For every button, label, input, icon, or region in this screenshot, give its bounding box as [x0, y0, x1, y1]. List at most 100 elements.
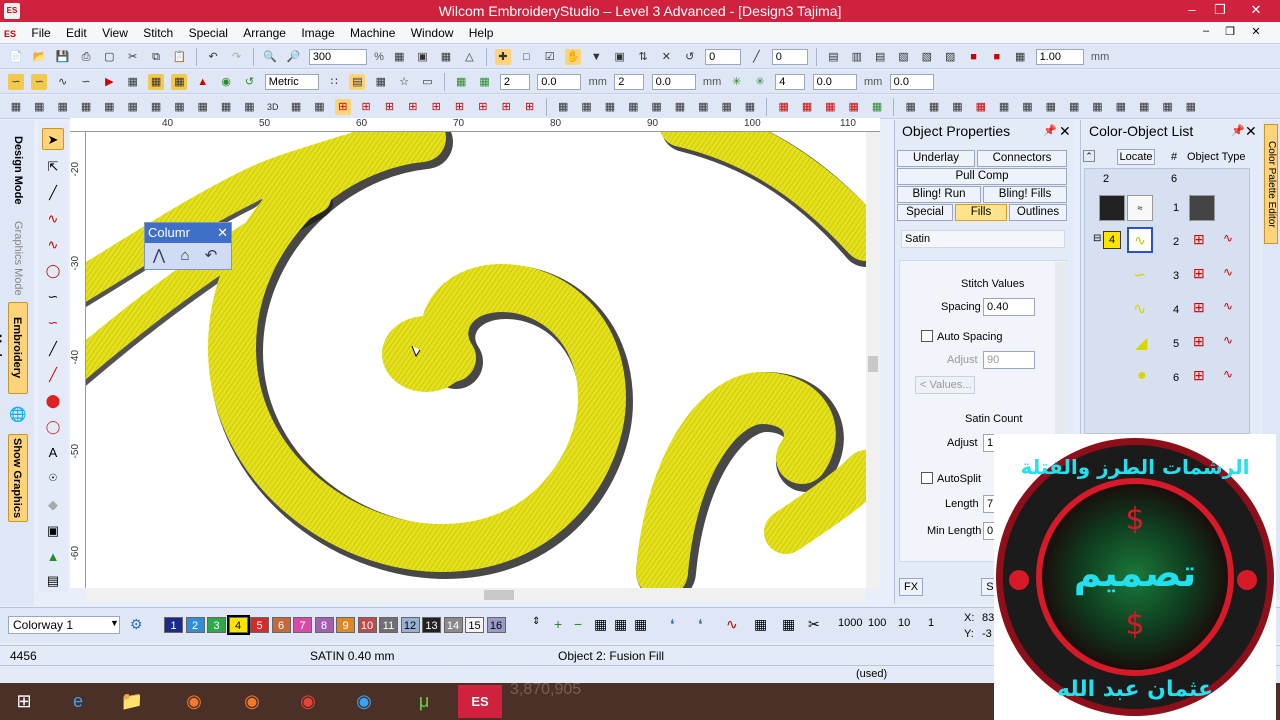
print-preview-icon[interactable]: ▢ — [101, 49, 117, 65]
column-c-tool-icon[interactable]: ↶ — [199, 245, 223, 267]
autosplit-checkbox[interactable] — [921, 472, 933, 484]
doc-icon[interactable]: ES — [0, 23, 22, 45]
panel-close-icon[interactable]: ✕ — [1245, 120, 1257, 142]
tb3-h-icon[interactable]: ▦ — [171, 99, 187, 115]
print-icon[interactable]: ⎙ — [78, 49, 94, 65]
copy-icon[interactable]: ⧉ — [148, 49, 164, 65]
effect-c-icon[interactable]: ⊞ — [382, 99, 398, 115]
tb3-r-icon[interactable]: ▦ — [649, 99, 665, 115]
cycle-icon[interactable]: ◉ — [218, 74, 234, 90]
lettering-icon[interactable]: A — [42, 442, 64, 464]
tie-icon[interactable]: ▭ — [420, 74, 436, 90]
chrome-icon[interactable]: ◉ — [286, 685, 330, 718]
palette-c-icon[interactable]: ▦ — [634, 616, 647, 633]
tab-fills[interactable]: Fills — [955, 204, 1007, 221]
rotate-field[interactable]: 0 — [705, 49, 742, 65]
tb3-k-icon[interactable]: ▦ — [241, 99, 257, 115]
step-100[interactable]: 100 — [868, 617, 886, 629]
run-icon[interactable]: ╱ — [42, 338, 64, 360]
add-color-icon[interactable]: + — [554, 616, 562, 632]
tb3-b-icon[interactable]: ▦ — [31, 99, 47, 115]
scale-icon[interactable]: ▦ — [1012, 49, 1028, 65]
colorway-select[interactable]: Colorway 1 — [8, 616, 120, 634]
cut-icon[interactable]: ✂ — [125, 49, 141, 65]
tb3-z-icon[interactable]: ▦ — [846, 99, 862, 115]
field-e[interactable]: 4 — [775, 74, 806, 90]
vscroll-thumb[interactable] — [868, 356, 878, 372]
color-swatch[interactable]: 8 — [314, 617, 334, 633]
hscroll-thumb[interactable] — [484, 590, 514, 600]
menu-edit[interactable]: Edit — [60, 22, 93, 44]
group-icon[interactable]: ▧ — [919, 49, 935, 65]
fill-icon[interactable]: ▦ — [148, 74, 165, 90]
column-a-tool-icon[interactable]: ⋀ — [147, 245, 171, 267]
tb3-n-icon[interactable]: ▦ — [555, 99, 571, 115]
doc-restore-icon[interactable]: ❐ — [1220, 25, 1240, 41]
column-a-icon[interactable]: ∿ — [42, 234, 64, 256]
zoom-out-icon[interactable]: 🔎 — [285, 49, 301, 65]
tb3-p-icon[interactable]: ▦ — [602, 99, 618, 115]
recalc-icon[interactable]: ↺ — [241, 74, 257, 90]
menu-file[interactable]: File — [25, 22, 56, 44]
ring-icon[interactable]: ◯ — [42, 416, 64, 438]
tab-design-mode[interactable]: Design Mode — [8, 128, 28, 212]
show-stitches-icon[interactable]: ▤ — [349, 74, 366, 90]
object-thumbnail[interactable]: ◢ — [1135, 333, 1147, 353]
trim-icon[interactable]: ■ — [989, 49, 1005, 65]
values-button[interactable]: < Values... — [915, 376, 975, 394]
utorrent-icon[interactable]: μ — [402, 685, 446, 718]
show-all-icon[interactable]: ▣ — [415, 49, 431, 65]
restore-icon[interactable]: ❐ — [1208, 2, 1232, 18]
column-d-icon[interactable]: ∽ — [42, 312, 64, 334]
fill-tool-icon[interactable]: ╱ — [42, 364, 64, 386]
satin-icon[interactable]: ∿ — [55, 74, 71, 90]
field-a[interactable]: 2 — [499, 74, 530, 90]
tb3-v-icon[interactable]: ▦ — [742, 99, 758, 115]
menu-stitch[interactable]: Stitch — [137, 22, 179, 44]
palette-a-icon[interactable]: ▦ — [594, 616, 607, 633]
tab-special[interactable]: Special — [897, 204, 953, 221]
grid-icon[interactable]: ▦ — [438, 49, 454, 65]
redo-icon[interactable]: ↷ — [228, 49, 244, 65]
tb3-ag-icon[interactable]: ▦ — [1019, 99, 1035, 115]
field-b[interactable]: 0.0 — [537, 74, 582, 90]
reshape-node-icon[interactable]: ⇱ — [42, 156, 64, 178]
menu-arrange[interactable]: Arrange — [237, 22, 292, 44]
folder-icon[interactable]: 📁 — [110, 685, 154, 718]
appliqué-icon[interactable]: ◆ — [42, 494, 64, 516]
tb3-g-icon[interactable]: ▦ — [148, 99, 164, 115]
slant-field[interactable]: 0 — [771, 49, 808, 65]
connector-icon[interactable]: ☆ — [396, 74, 412, 90]
tb3-af-icon[interactable]: ▦ — [996, 99, 1012, 115]
menu-machine[interactable]: Machine — [344, 22, 401, 44]
satin-effect-icon[interactable]: ⊞ — [334, 99, 351, 115]
filter-icon[interactable]: ▼ — [588, 49, 604, 65]
column-b-tool-icon[interactable]: ⌂ — [173, 245, 197, 267]
new-icon[interactable]: 📄 — [8, 49, 24, 65]
tb3-ak-icon[interactable]: ▦ — [1113, 99, 1129, 115]
chevron-down-icon[interactable]: ▼ — [110, 618, 119, 628]
tb3-e-icon[interactable]: ▦ — [101, 99, 117, 115]
column-toolbar-close-icon[interactable]: ✕ — [217, 223, 228, 243]
distribute-icon[interactable]: ▧ — [896, 49, 912, 65]
undo-icon[interactable]: ↶ — [205, 49, 221, 65]
checkbox-icon[interactable]: ☑ — [542, 49, 558, 65]
menu-view[interactable]: View — [96, 22, 134, 44]
tb3-an-icon[interactable]: ▦ — [1183, 99, 1199, 115]
travel-d-icon[interactable]: ▦ — [754, 616, 767, 633]
tab-pull-comp[interactable]: Pull Comp — [897, 168, 1067, 185]
camera-icon[interactable]: ◉ — [230, 685, 274, 718]
color-swatch[interactable]: 15 — [465, 617, 484, 633]
field-g[interactable]: 0.0 — [889, 74, 934, 90]
color-swatch[interactable]: 4 — [226, 615, 250, 635]
tab-bling-fills[interactable]: Bling! Fills — [983, 186, 1067, 203]
tb3-ac-icon[interactable]: ▦ — [926, 99, 942, 115]
monogram-icon[interactable]: ☉ — [42, 468, 64, 490]
effect-e-icon[interactable]: ⊞ — [428, 99, 444, 115]
step-1000[interactable]: 1000 — [838, 617, 862, 629]
tb3-d-icon[interactable]: ▦ — [78, 99, 94, 115]
spacing-input[interactable]: 0.40 — [983, 298, 1035, 316]
color-swatch[interactable]: 16 — [486, 617, 506, 633]
start-icon[interactable]: ⊞ — [2, 685, 46, 718]
object-thumbnail-selected[interactable]: ∿ — [1127, 227, 1153, 253]
